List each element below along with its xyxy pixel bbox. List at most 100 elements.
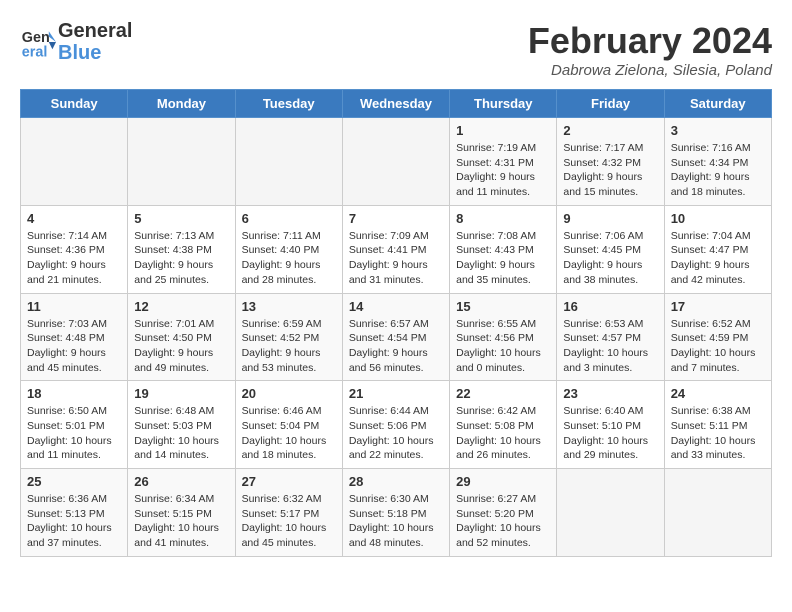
calendar-cell: 15Sunrise: 6:55 AM Sunset: 4:56 PM Dayli… [450,293,557,381]
day-info: Sunrise: 6:38 AM Sunset: 5:11 PM Dayligh… [671,404,765,463]
week-row-3: 18Sunrise: 6:50 AM Sunset: 5:01 PM Dayli… [21,381,772,469]
day-number: 1 [456,123,550,138]
week-row-2: 11 Sunrise: 7:03 AM Sunset: 4:48 PM Dayli… [21,293,772,381]
day-info: Sunrise: 6:59 AM Sunset: 4:52 PM Dayligh… [242,317,336,376]
calendar-cell: 10 Sunrise: 7:04 AM Sunset: 4:47 PM Dayli… [664,205,771,293]
day-number: 4 [27,211,121,226]
logo-icon: Gen eral [20,24,56,60]
day-number: 17 [671,299,765,314]
day-info: Sunrise: 7:08 AM Sunset: 4:43 PM Dayligh… [456,229,550,288]
day-number: 22 [456,386,550,401]
day-info: Sunrise: 7:19 AM Sunset: 4:31 PM Dayligh… [456,141,550,200]
weekday-header-saturday: Saturday [664,90,771,118]
day-info: Sunrise: 7:13 AM Sunset: 4:38 PM Dayligh… [134,229,228,288]
logo-text: General Blue [58,20,132,64]
day-number: 12 [134,299,228,314]
day-info: Sunrise: 7:09 AM Sunset: 4:41 PM Dayligh… [349,229,443,288]
day-number: 20 [242,386,336,401]
calendar-cell: 19 Sunrise: 6:48 AM Sunset: 5:03 PM Dayli… [128,381,235,469]
day-number: 24 [671,386,765,401]
day-number: 15 [456,299,550,314]
day-number: 7 [349,211,443,226]
calendar-cell: 23 Sunrise: 6:40 AM Sunset: 5:10 PM Dayli… [557,381,664,469]
day-number: 13 [242,299,336,314]
day-info: Sunrise: 6:32 AM Sunset: 5:17 PM Dayligh… [242,492,336,551]
day-info: Sunrise: 6:42 AM Sunset: 5:08 PM Dayligh… [456,404,550,463]
calendar-cell [342,118,449,206]
week-row-4: 25Sunrise: 6:36 AM Sunset: 5:13 PM Dayli… [21,469,772,557]
calendar-cell: 7 Sunrise: 7:09 AM Sunset: 4:41 PM Daylig… [342,205,449,293]
calendar-cell: 8 Sunrise: 7:08 AM Sunset: 4:43 PM Daylig… [450,205,557,293]
calendar-cell: 14Sunrise: 6:57 AM Sunset: 4:54 PM Dayli… [342,293,449,381]
day-number: 8 [456,211,550,226]
day-info: Sunrise: 7:11 AM Sunset: 4:40 PM Dayligh… [242,229,336,288]
week-row-1: 4 Sunrise: 7:14 AM Sunset: 4:36 PM Daylig… [21,205,772,293]
calendar-cell: 18Sunrise: 6:50 AM Sunset: 5:01 PM Dayli… [21,381,128,469]
calendar-cell: 27 Sunrise: 6:32 AM Sunset: 5:17 PM Dayli… [235,469,342,557]
day-number: 28 [349,474,443,489]
calendar-cell: 4 Sunrise: 7:14 AM Sunset: 4:36 PM Daylig… [21,205,128,293]
day-number: 29 [456,474,550,489]
day-info: Sunrise: 6:34 AM Sunset: 5:15 PM Dayligh… [134,492,228,551]
day-number: 26 [134,474,228,489]
calendar-cell: 5 Sunrise: 7:13 AM Sunset: 4:38 PM Daylig… [128,205,235,293]
day-info: Sunrise: 7:04 AM Sunset: 4:47 PM Dayligh… [671,229,765,288]
day-info: Sunrise: 6:27 AM Sunset: 5:20 PM Dayligh… [456,492,550,551]
day-number: 10 [671,211,765,226]
calendar-cell [21,118,128,206]
day-number: 9 [563,211,657,226]
weekday-header-monday: Monday [128,90,235,118]
weekday-header-sunday: Sunday [21,90,128,118]
day-info: Sunrise: 6:50 AM Sunset: 5:01 PM Dayligh… [27,404,121,463]
calendar-cell: 29 Sunrise: 6:27 AM Sunset: 5:20 PM Dayli… [450,469,557,557]
day-number: 19 [134,386,228,401]
calendar-cell: 9Sunrise: 7:06 AM Sunset: 4:45 PM Daylig… [557,205,664,293]
calendar-cell [557,469,664,557]
day-number: 2 [563,123,657,138]
calendar-cell: 22 Sunrise: 6:42 AM Sunset: 5:08 PM Dayli… [450,381,557,469]
day-number: 5 [134,211,228,226]
day-info: Sunrise: 6:40 AM Sunset: 5:10 PM Dayligh… [563,404,657,463]
day-info: Sunrise: 6:46 AM Sunset: 5:04 PM Dayligh… [242,404,336,463]
calendar-cell: 25Sunrise: 6:36 AM Sunset: 5:13 PM Dayli… [21,469,128,557]
day-info: Sunrise: 6:44 AM Sunset: 5:06 PM Dayligh… [349,404,443,463]
day-number: 3 [671,123,765,138]
day-number: 14 [349,299,443,314]
day-number: 16 [563,299,657,314]
day-number: 27 [242,474,336,489]
calendar-cell [128,118,235,206]
day-info: Sunrise: 6:48 AM Sunset: 5:03 PM Dayligh… [134,404,228,463]
day-info: Sunrise: 7:17 AM Sunset: 4:32 PM Dayligh… [563,141,657,200]
logo: Gen eral General Blue [20,20,132,64]
day-info: Sunrise: 7:14 AM Sunset: 4:36 PM Dayligh… [27,229,121,288]
week-row-0: 1 Sunrise: 7:19 AM Sunset: 4:31 PM Daylig… [21,118,772,206]
calendar-cell: 28 Sunrise: 6:30 AM Sunset: 5:18 PM Dayli… [342,469,449,557]
calendar-cell [664,469,771,557]
calendar-cell: 13 Sunrise: 6:59 AM Sunset: 4:52 PM Dayli… [235,293,342,381]
day-info: Sunrise: 7:01 AM Sunset: 4:50 PM Dayligh… [134,317,228,376]
calendar-cell: 16 Sunrise: 6:53 AM Sunset: 4:57 PM Dayli… [557,293,664,381]
calendar-cell: 3Sunrise: 7:16 AM Sunset: 4:34 PM Daylig… [664,118,771,206]
weekday-header-tuesday: Tuesday [235,90,342,118]
day-number: 25 [27,474,121,489]
calendar-cell: 12 Sunrise: 7:01 AM Sunset: 4:50 PM Dayli… [128,293,235,381]
day-number: 21 [349,386,443,401]
day-info: Sunrise: 6:30 AM Sunset: 5:18 PM Dayligh… [349,492,443,551]
calendar-cell: 6 Sunrise: 7:11 AM Sunset: 4:40 PM Daylig… [235,205,342,293]
calendar-cell: 20 Sunrise: 6:46 AM Sunset: 5:04 PM Dayli… [235,381,342,469]
calendar-cell: 2 Sunrise: 7:17 AM Sunset: 4:32 PM Daylig… [557,118,664,206]
day-info: Sunrise: 7:03 AM Sunset: 4:48 PM Dayligh… [27,317,121,376]
svg-text:eral: eral [22,44,48,60]
day-number: 6 [242,211,336,226]
calendar-cell: 17 Sunrise: 6:52 AM Sunset: 4:59 PM Dayli… [664,293,771,381]
day-info: Sunrise: 6:53 AM Sunset: 4:57 PM Dayligh… [563,317,657,376]
weekday-header-wednesday: Wednesday [342,90,449,118]
calendar-cell: 24 Sunrise: 6:38 AM Sunset: 5:11 PM Dayli… [664,381,771,469]
day-number: 11 [27,299,121,314]
location: Dabrowa Zielona, Silesia, Poland [528,62,772,79]
calendar-cell: 26 Sunrise: 6:34 AM Sunset: 5:15 PM Dayli… [128,469,235,557]
weekday-header-thursday: Thursday [450,90,557,118]
calendar-cell: 11 Sunrise: 7:03 AM Sunset: 4:48 PM Dayli… [21,293,128,381]
day-info: Sunrise: 6:52 AM Sunset: 4:59 PM Dayligh… [671,317,765,376]
day-number: 23 [563,386,657,401]
